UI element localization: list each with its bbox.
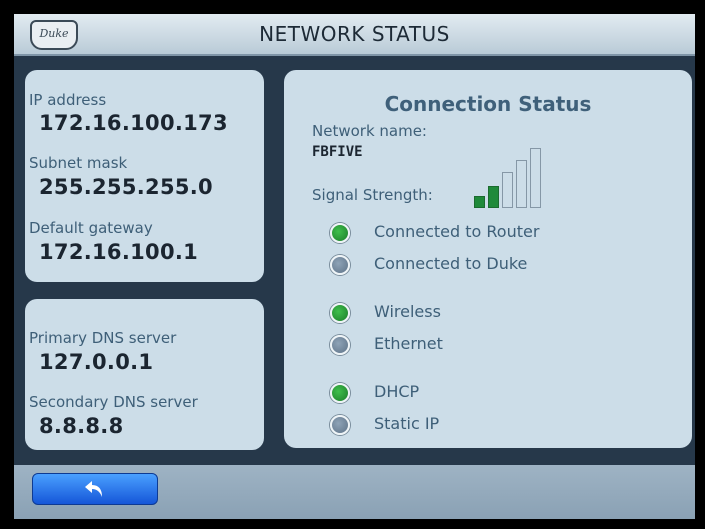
- status-indicator-label: Ethernet: [374, 334, 443, 353]
- secondary-dns-label: Secondary DNS server: [29, 393, 198, 411]
- status-indicator-label: DHCP: [374, 382, 420, 401]
- status-indicator-label: Static IP: [374, 414, 440, 433]
- signal-strength-label: Signal Strength:: [312, 186, 433, 204]
- status-indicator-label: Connected to Duke: [374, 254, 528, 273]
- signal-bar: [516, 160, 527, 208]
- page-title: NETWORK STATUS: [259, 22, 450, 46]
- connection-status-panel: Connection Status Network name: FBFIVE S…: [284, 70, 692, 448]
- status-indicator-label: Connected to Router: [374, 222, 540, 241]
- network-name-value: FBFIVE: [312, 144, 363, 160]
- signal-bar: [474, 196, 485, 208]
- ip-address-value: 172.16.100.173: [39, 111, 228, 135]
- secondary-dns-value: 8.8.8.8: [39, 414, 124, 438]
- default-gateway-label: Default gateway: [29, 219, 153, 237]
- status-led-off-icon: [330, 255, 350, 275]
- title-bar: Duke NETWORK STATUS: [14, 14, 695, 56]
- primary-dns-label: Primary DNS server: [29, 329, 177, 347]
- default-gateway-value: 172.16.100.1: [39, 240, 199, 264]
- status-led-on-icon: [330, 383, 350, 403]
- subnet-mask-label: Subnet mask: [29, 154, 128, 172]
- primary-dns-value: 127.0.0.1: [39, 350, 154, 374]
- signal-bar: [530, 148, 541, 208]
- screen: Duke NETWORK STATUS IP address 172.16.10…: [14, 14, 695, 519]
- dns-panel: Primary DNS server 127.0.0.1 Secondary D…: [25, 299, 264, 450]
- status-led-on-icon: [330, 223, 350, 243]
- status-indicator-label: Wireless: [374, 302, 441, 321]
- status-led-off-icon: [330, 335, 350, 355]
- signal-bar: [502, 172, 513, 208]
- subnet-mask-value: 255.255.255.0: [39, 175, 213, 199]
- signal-strength-meter: [474, 142, 574, 208]
- status-led-on-icon: [330, 303, 350, 323]
- connection-status-title: Connection Status: [384, 92, 592, 116]
- signal-bar: [488, 186, 499, 208]
- back-button[interactable]: [32, 473, 158, 505]
- ip-address-label: IP address: [29, 91, 107, 109]
- status-led-off-icon: [330, 415, 350, 435]
- back-arrow-icon: [85, 481, 102, 497]
- network-name-label: Network name:: [312, 122, 427, 140]
- ip-info-panel: IP address 172.16.100.173 Subnet mask 25…: [25, 70, 264, 282]
- footer-bar: [14, 465, 695, 519]
